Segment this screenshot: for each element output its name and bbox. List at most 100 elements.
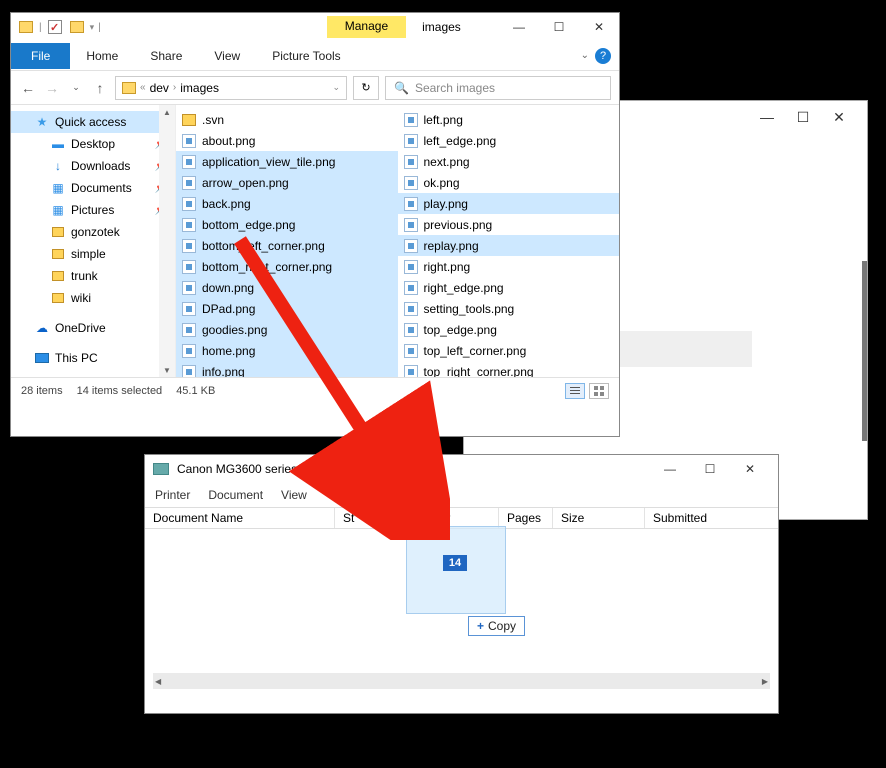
file-item[interactable]: DPad.png (176, 298, 398, 319)
col-size[interactable]: Size (553, 508, 645, 528)
maximize-button[interactable]: ☐ (690, 455, 730, 483)
new-folder-icon[interactable] (68, 18, 86, 36)
history-dropdown-icon[interactable]: ⌄ (67, 82, 85, 93)
file-item[interactable]: application_view_tile.png (176, 151, 398, 172)
address-bar: ← → ⌄ ↑ « dev › images ⌄ ↻ 🔍 Search imag… (11, 71, 619, 105)
nav-folder[interactable]: gonzotek (11, 221, 175, 243)
address-input[interactable]: « dev › images ⌄ (115, 76, 347, 100)
forward-button[interactable]: → (43, 80, 61, 96)
file-item[interactable]: about.png (176, 130, 398, 151)
menu-view[interactable]: View (281, 488, 307, 502)
maximize-button[interactable]: ☐ (539, 13, 579, 41)
refresh-button[interactable]: ↻ (353, 76, 379, 100)
thumbnails-view-button[interactable] (589, 383, 609, 399)
nav-folder[interactable]: wiki (11, 287, 175, 309)
nav-this-pc[interactable]: This PC (11, 347, 175, 369)
file-list[interactable]: .svnabout.pngapplication_view_tile.pngar… (176, 105, 619, 377)
home-tab[interactable]: Home (70, 43, 134, 69)
col-pages[interactable]: Pages (499, 508, 553, 528)
nav-pictures[interactable]: ▦ Pictures 📌 (11, 199, 175, 221)
nav-quick-access[interactable]: ★ Quick access (11, 111, 175, 133)
ribbon-expand-icon[interactable]: ⌄ (581, 50, 589, 61)
up-button[interactable]: ↑ (91, 80, 109, 96)
col-status[interactable]: St (335, 508, 407, 528)
menu-printer[interactable]: Printer (155, 488, 190, 502)
scrollbar-thumb[interactable] (862, 261, 867, 441)
col-document-name[interactable]: Document Name (145, 508, 335, 528)
navigation-pane[interactable]: ★ Quick access ▬ Desktop 📌 ↓ Downloads 📌… (11, 105, 176, 377)
file-item[interactable]: ok.png (398, 172, 620, 193)
horizontal-scrollbar[interactable]: ◀▶ (153, 673, 770, 689)
scroll-down-icon[interactable]: ▼ (159, 363, 175, 377)
picture-tools-tab[interactable]: Picture Tools (256, 43, 356, 69)
file-item[interactable]: home.png (176, 340, 398, 361)
file-item[interactable]: top_right_corner.png (398, 361, 620, 377)
file-item[interactable]: next.png (398, 151, 620, 172)
file-item[interactable]: top_left_corner.png (398, 340, 620, 361)
file-item[interactable]: previous.png (398, 214, 620, 235)
search-icon: 🔍 (394, 81, 409, 95)
back-button[interactable]: ← (19, 80, 37, 96)
file-item[interactable]: down.png (176, 277, 398, 298)
file-item[interactable]: left.png (398, 109, 620, 130)
details-view-button[interactable] (565, 383, 585, 399)
file-item[interactable]: back.png (176, 193, 398, 214)
image-file-icon (404, 239, 418, 253)
close-button[interactable]: ✕ (730, 455, 770, 483)
nav-folder[interactable]: trunk (11, 265, 175, 287)
address-dropdown-icon[interactable]: ⌄ (332, 82, 340, 93)
file-tab[interactable]: File (11, 43, 70, 69)
share-tab[interactable]: Share (134, 43, 198, 69)
file-item[interactable]: info.png (176, 361, 398, 377)
file-item[interactable]: goodies.png (176, 319, 398, 340)
nav-desktop[interactable]: ▬ Desktop 📌 (11, 133, 175, 155)
nav-downloads[interactable]: ↓ Downloads 📌 (11, 155, 175, 177)
file-item[interactable]: top_edge.png (398, 319, 620, 340)
folder-icon (51, 291, 65, 305)
minimize-button[interactable]: — (749, 107, 785, 127)
view-tab[interactable]: View (198, 43, 256, 69)
col-owner[interactable]: Owner (407, 508, 499, 528)
image-file-icon (182, 239, 196, 253)
properties-check-icon[interactable] (46, 18, 64, 36)
maximize-button[interactable]: ☐ (785, 107, 821, 127)
image-file-icon (404, 218, 418, 232)
file-item[interactable]: left_edge.png (398, 130, 620, 151)
file-item[interactable]: .svn (176, 109, 398, 130)
minimize-button[interactable]: — (499, 13, 539, 41)
file-name: info.png (202, 365, 245, 378)
file-item[interactable]: setting_tools.png (398, 298, 620, 319)
image-file-icon (182, 365, 196, 378)
close-button[interactable]: ✕ (579, 13, 619, 41)
scroll-up-icon[interactable]: ▲ (159, 105, 175, 119)
explorer-titlebar[interactable]: | ▾ | Manage images — ☐ ✕ (11, 13, 619, 41)
file-item[interactable]: play.png (398, 193, 620, 214)
contextual-tab-manage[interactable]: Manage (327, 16, 406, 38)
nav-folder[interactable]: simple (11, 243, 175, 265)
search-input[interactable]: 🔍 Search images (385, 76, 611, 100)
menu-document[interactable]: Document (208, 488, 263, 502)
help-icon[interactable]: ? (595, 48, 611, 64)
file-item[interactable]: replay.png (398, 235, 620, 256)
col-submitted[interactable]: Submitted (645, 508, 778, 528)
file-item[interactable]: arrow_open.png (176, 172, 398, 193)
file-item[interactable]: bottom_left_corner.png (176, 235, 398, 256)
nav-scrollbar[interactable]: ▲ ▼ (159, 105, 175, 377)
nav-documents[interactable]: ▦ Documents 📌 (11, 177, 175, 199)
image-file-icon (404, 365, 418, 378)
pictures-icon: ▦ (51, 203, 65, 217)
file-item[interactable]: right_edge.png (398, 277, 620, 298)
minimize-button[interactable]: — (650, 455, 690, 483)
documents-icon: ▦ (51, 181, 65, 195)
file-name: arrow_open.png (202, 176, 289, 190)
file-item[interactable]: bottom_edge.png (176, 214, 398, 235)
breadcrumb-seg[interactable]: dev (150, 81, 169, 95)
breadcrumb-seg[interactable]: images (180, 81, 219, 95)
print-queue-titlebar[interactable]: Canon MG3600 series Printer — ☐ ✕ (145, 455, 778, 483)
nav-onedrive[interactable]: ☁ OneDrive (11, 317, 175, 339)
file-item[interactable]: bottom_right_corner.png (176, 256, 398, 277)
close-button[interactable]: ✕ (821, 107, 857, 127)
qat-dropdown-icon[interactable]: ▾ (90, 22, 95, 33)
file-item[interactable]: right.png (398, 256, 620, 277)
file-name: bottom_left_corner.png (202, 239, 325, 253)
